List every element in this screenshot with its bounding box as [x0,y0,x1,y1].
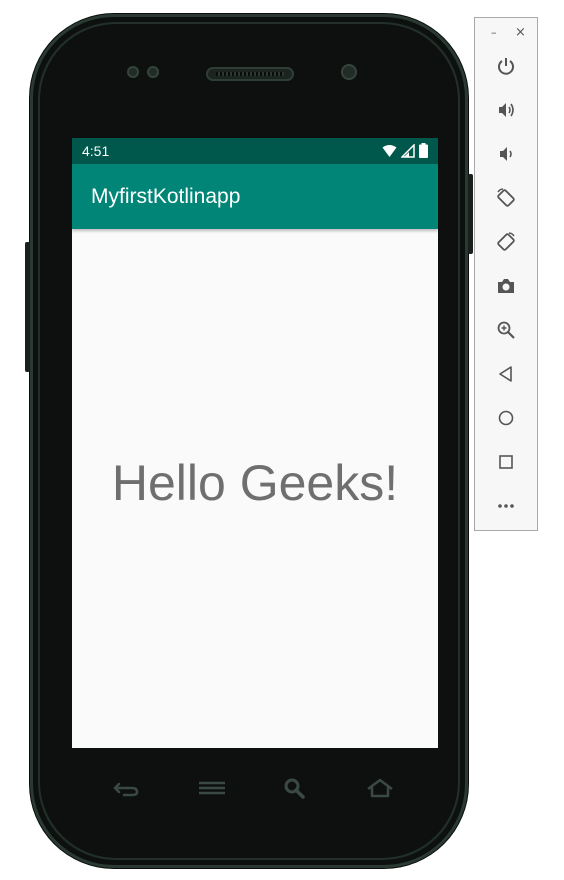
minimize-button[interactable]: – [491,26,497,39]
status-icons [382,142,428,161]
emulator-toolbar: – × [474,17,538,531]
front-sensor-left [127,66,139,78]
back-icon [499,366,512,382]
window-controls: – × [475,25,537,40]
earpiece-speaker [206,67,294,81]
main-content: Hello Geeks! [72,229,438,748]
screenshot-button[interactable] [491,271,521,301]
nav-overview-button[interactable] [491,447,521,477]
zoom-button[interactable] [491,315,521,345]
volume-down-icon [500,147,512,161]
back-icon [113,782,139,797]
nav-home-button[interactable] [491,403,521,433]
search-icon [284,778,305,799]
overview-icon [499,455,513,469]
power-button[interactable] [491,51,521,81]
menu-icon [199,781,225,795]
nav-back-button[interactable] [491,359,521,389]
rotate-right-button[interactable] [491,227,521,257]
front-sensor-right [147,66,159,78]
volume-up-button[interactable] [491,95,521,125]
more-button[interactable] [491,491,521,521]
hello-text: Hello Geeks! [111,454,399,511]
volume-up-icon [499,103,514,117]
battery-icon [419,143,428,161]
status-time: 4:51 [82,143,110,159]
phone-screen[interactable]: 4:51 MyfirstKotlinapp Hello Geeks! [72,138,438,748]
wifi-icon [382,144,397,161]
app-title: MyfirstKotlinapp [91,184,241,208]
more-icon [498,504,514,508]
front-camera [341,64,357,80]
rotate-right-icon [497,232,515,251]
home-icon [367,778,393,798]
hw-search-key[interactable] [280,776,312,800]
hw-home-key[interactable] [364,776,396,800]
hw-menu-key[interactable] [196,776,228,800]
close-button[interactable]: × [515,25,526,40]
volume-down-button[interactable] [491,139,521,169]
side-power-button[interactable] [468,174,473,254]
power-icon [498,58,514,75]
rotate-left-button[interactable] [491,183,521,213]
hw-back-key[interactable] [110,776,142,800]
camera-icon [498,279,514,293]
side-volume-button[interactable] [25,242,30,372]
status-bar: 4:51 [72,138,438,164]
zoom-icon [497,321,515,339]
app-toolbar: MyfirstKotlinapp [72,164,438,229]
home-icon [498,410,514,426]
rotate-left-icon [497,188,515,207]
signal-icon [400,142,415,161]
